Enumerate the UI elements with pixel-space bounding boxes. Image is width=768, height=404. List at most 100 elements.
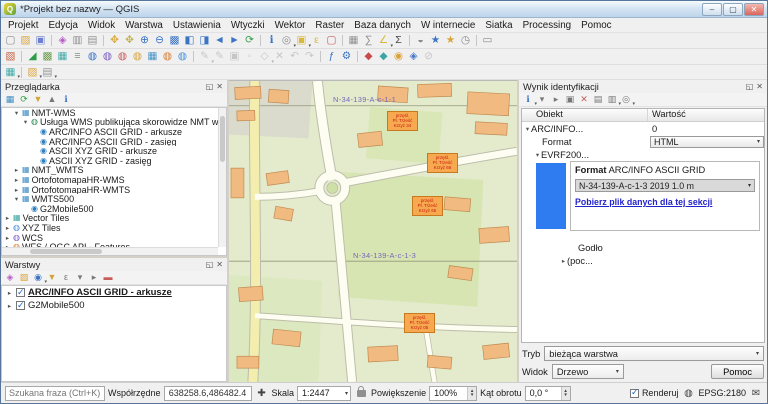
map-canvas[interactable]: N-34-139-A-c-1-1 N-34-139-A-c-1-3 przęśl. P… <box>229 80 517 382</box>
identify-column-header[interactable]: Obiekt Wartość <box>522 109 764 122</box>
browser-item[interactable]: ◉ G2Mobile500 <box>2 204 218 214</box>
view-select[interactable]: Drzewo <box>551 364 624 379</box>
plugin-teal-icon[interactable]: ◆ <box>376 50 391 64</box>
column-value[interactable]: Wartość <box>648 109 764 121</box>
add-mssql-icon[interactable]: ◍ <box>115 50 130 64</box>
add-wfs-icon[interactable]: ◍ <box>160 50 175 64</box>
undo-icon[interactable]: ↶ <box>287 50 302 64</box>
scrollbar-thumb[interactable] <box>220 116 225 162</box>
plugin-marker-icon[interactable]: ◉ <box>391 50 406 64</box>
attribute-table-icon[interactable]: ▦ <box>346 34 361 48</box>
add-mesh-layer-icon[interactable]: ▦ <box>55 50 70 64</box>
browser-item[interactable]: ▾ ◍ Usługa WMS publikująca skorowidze NMT … <box>2 118 218 128</box>
help-button[interactable]: Pomoc <box>711 364 764 379</box>
browser-properties-icon[interactable]: ℹ <box>59 93 73 106</box>
expand-tree-icon[interactable]: ▾ <box>535 93 549 106</box>
browser-item[interactable]: ◉ ASCII XYZ GRID - arkusze <box>2 146 218 156</box>
menu-raster[interactable]: Raster <box>310 19 349 32</box>
format-select[interactable]: HTML <box>650 135 764 148</box>
layer-visibility-checkbox[interactable] <box>16 300 25 311</box>
identify-features-icon[interactable]: ℹ <box>264 34 279 48</box>
copy-feature-icon[interactable]: ▤ <box>591 93 605 106</box>
identify-mode-icon[interactable]: ℹ ▾ <box>521 93 537 108</box>
temporal-controller-icon[interactable]: ◷ <box>458 34 473 48</box>
browser-item[interactable]: ◉ ARC/INFO ASCII GRID - zasięg <box>2 137 218 147</box>
layer-visibility-checkbox[interactable] <box>16 287 25 298</box>
layers-panel-header[interactable]: Warstwy ◱ ✕ <box>1 258 227 271</box>
new-map-view-icon[interactable]: ▭ <box>480 34 495 48</box>
browser-vertical-scrollbar[interactable] <box>218 108 226 247</box>
layer-item[interactable]: ▸G2Mobile500 <box>2 299 226 312</box>
menu-baza-danych[interactable]: Baza danych <box>349 19 416 32</box>
expand-all-icon[interactable]: ▾ <box>73 271 87 284</box>
remove-layer-icon[interactable]: ▬ <box>101 271 115 284</box>
open-data-folder-icon[interactable]: ▨ ▾ <box>25 65 42 79</box>
browser-float-icon[interactable]: ◱ <box>206 82 214 91</box>
expander-icon[interactable]: ▾ <box>524 125 531 133</box>
add-spatialite-icon[interactable]: ◍ <box>100 50 115 64</box>
new-layout-icon[interactable]: ▥ <box>70 34 85 48</box>
identify-float-icon[interactable]: ◱ <box>746 82 754 91</box>
identify-poc-row[interactable]: ▸ (poc... <box>522 254 764 267</box>
maximize-button[interactable]: ▢ <box>723 2 743 16</box>
layer-item[interactable]: ▸ARC/INFO ASCII GRID - arkusze <box>2 286 226 299</box>
open-project-icon[interactable]: ▨ <box>18 34 33 48</box>
menu-pomoc[interactable]: Pomoc <box>576 19 617 32</box>
rotation-spinbox[interactable]: 0,0 ° ▲ ▼ <box>524 385 571 401</box>
browser-item[interactable]: ▸ ▦ OrtofotomapaHR-WMTS <box>2 185 218 195</box>
toggle-editing-icon[interactable]: ✎ <box>212 50 227 64</box>
layout-manager-icon[interactable]: ▤ <box>85 34 100 48</box>
refresh-map-icon[interactable]: ⟳ <box>242 34 257 48</box>
spin-arrows-icon[interactable]: ▲ ▼ <box>560 386 570 400</box>
browser-item[interactable]: ▾ ▦ NMT-WMS <box>2 108 218 118</box>
identify-settings-icon[interactable]: ◎ ▾ <box>619 93 635 108</box>
menu-w-internecie[interactable]: W internecie <box>416 19 480 32</box>
zoom-next-icon[interactable]: ► <box>227 34 242 48</box>
print-response-icon[interactable]: ▥ ▾ <box>605 93 621 108</box>
identify-godlo-row[interactable]: Godło <box>522 241 764 254</box>
browser-refresh-icon[interactable]: ⟳ <box>17 93 31 106</box>
browser-filter-icon[interactable]: ▼ <box>31 93 45 106</box>
pan-map-icon[interactable]: ✥ <box>107 34 122 48</box>
messages-icon[interactable]: ✉ <box>749 386 763 400</box>
minimize-button[interactable]: – <box>702 2 722 16</box>
browser-horizontal-scrollbar[interactable] <box>2 247 218 255</box>
add-wms-icon[interactable]: ▦ <box>145 50 160 64</box>
collapse-all-layers-icon[interactable]: ▸ <box>87 271 101 284</box>
processing-toolbox-icon[interactable]: ⚙ <box>339 50 354 64</box>
collapse-tree-icon[interactable]: ▸ <box>549 93 563 106</box>
menu-warstwa[interactable]: Warstwa <box>120 19 168 32</box>
browser-close-icon[interactable]: ✕ <box>216 82 223 91</box>
browser-item[interactable]: ▸ ▦ OrtofotomapaHR-WMS <box>2 175 218 185</box>
crs-icon[interactable]: ◍ <box>681 386 695 400</box>
pan-to-selection-icon[interactable]: ✥ <box>122 34 137 48</box>
python-console-icon[interactable]: ƒ <box>324 50 339 64</box>
add-xyz-icon[interactable]: ◍ <box>175 50 190 64</box>
zoom-in-icon[interactable]: ⊕ <box>137 34 152 48</box>
browser-item[interactable]: ▸ ▦ Vector Tiles <box>2 214 218 224</box>
browser-item[interactable]: ▸ ◍ XYZ Tiles <box>2 223 218 233</box>
delete-selected-icon[interactable]: ✕ <box>272 50 287 64</box>
identify-format-row[interactable]: Format HTML <box>522 135 764 148</box>
menu-wtyczki[interactable]: Wtyczki <box>226 19 270 32</box>
layers-float-icon[interactable]: ◱ <box>206 260 214 269</box>
spin-arrows-icon[interactable]: ▲ ▼ <box>467 386 477 400</box>
menu-processing[interactable]: Processing <box>518 19 576 32</box>
field-calculator-icon[interactable]: ∑ <box>361 34 376 48</box>
save-edits-icon[interactable]: ▣ <box>227 50 242 64</box>
render-checkbox[interactable] <box>629 387 639 398</box>
extent-icon[interactable]: ✚ <box>255 386 269 400</box>
add-feature-icon[interactable]: ◦ <box>242 50 257 64</box>
add-raster-layer-icon[interactable]: ▩ <box>40 50 55 64</box>
zoom-to-selection-icon[interactable]: ◧ <box>182 34 197 48</box>
deselect-features-icon[interactable]: ▢ <box>324 34 339 48</box>
sheet-select[interactable]: N-34-139-A-c-1-3 2019 1.0 m <box>575 179 755 192</box>
browser-item[interactable]: ▾ ▦ WMTS500 <box>2 194 218 204</box>
layer-styling-icon[interactable]: ◈ <box>3 271 17 284</box>
mode-select[interactable]: bieżąca warstwa <box>544 346 764 361</box>
locator-search-input[interactable] <box>5 385 105 401</box>
browser-item[interactable]: ◉ ASCII XYZ GRID - zasięg <box>2 156 218 166</box>
expander-icon[interactable]: ▾ <box>534 151 541 159</box>
browser-item[interactable]: ▸ ▦ NMT_WMTS <box>2 166 218 176</box>
data-source-manager-icon[interactable]: ▧ <box>3 50 18 64</box>
